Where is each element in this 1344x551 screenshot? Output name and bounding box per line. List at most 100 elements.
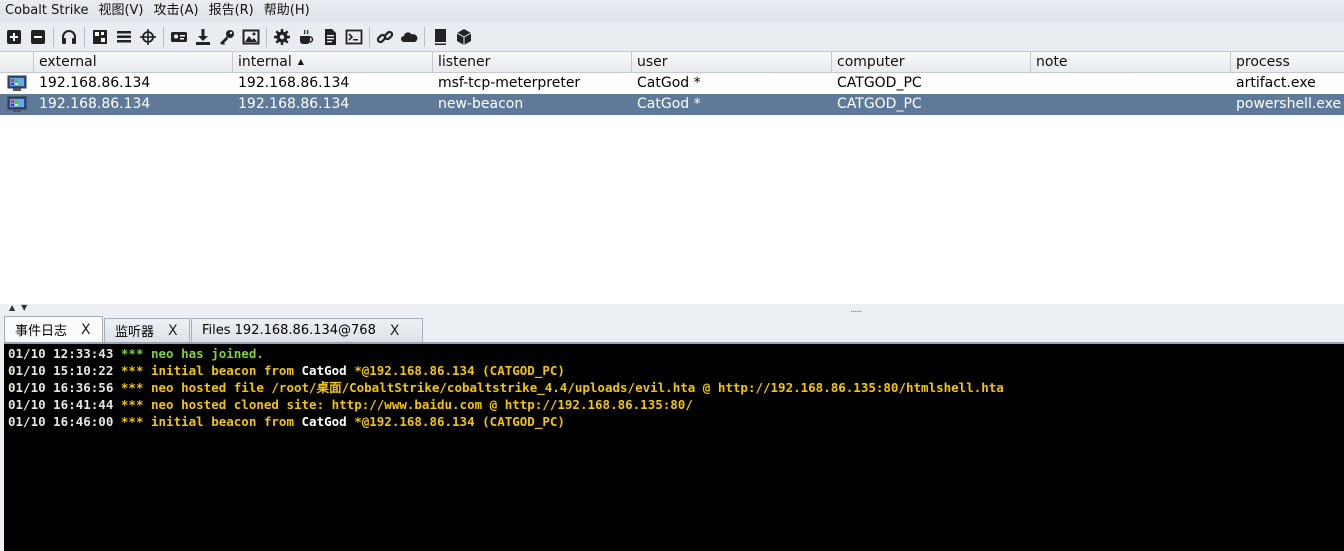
about-icon[interactable]	[452, 25, 476, 49]
log-line: 01/10 16:41:44 *** neo hosted cloned sit…	[8, 396, 1344, 413]
menu-view[interactable]: 视图(V)	[93, 0, 148, 22]
log-timestamp: 01/10 15:10:22	[8, 363, 121, 378]
table-row[interactable]: 192.168.86.134 192.168.86.134 msf-tcp-me…	[0, 73, 1344, 94]
log-message: initial beacon from	[151, 363, 302, 378]
log-message: CatGod *@192.168.86.134 (CATGOD_PC)	[302, 363, 565, 378]
menu-cobalt-strike[interactable]: Cobalt Strike	[0, 0, 93, 22]
script-console-icon[interactable]	[318, 25, 342, 49]
column-header-external[interactable]: external	[34, 52, 233, 72]
screenshots-icon[interactable]	[239, 25, 263, 49]
help-icon[interactable]	[428, 25, 452, 49]
cell-note	[1031, 73, 1231, 94]
cell-user: CatGod *	[637, 75, 701, 91]
column-header-computer[interactable]: computer	[832, 52, 1031, 72]
cell-internal: 192.168.86.134	[238, 96, 350, 112]
log-timestamp: 01/10 16:36:56	[8, 380, 121, 395]
log-host: *@192.168.86.134 (CATGOD_PC)	[354, 414, 565, 429]
log-line: 01/10 15:10:22 *** initial beacon from C…	[8, 362, 1344, 379]
tab-files-label: Files 192.168.86.134@768	[202, 323, 376, 338]
tab-listeners-label: 监听器	[115, 325, 155, 340]
event-log-console[interactable]: 01/10 12:33:43 *** neo has joined. 01/10 …	[4, 342, 1344, 551]
column-header-user[interactable]: user	[632, 52, 832, 72]
column-header-internal-label: internal	[238, 54, 292, 70]
log-message: initial beacon from	[151, 414, 302, 429]
log-message: neo has joined.	[151, 346, 264, 361]
log-line: 01/10 16:46:00 *** initial beacon from C…	[8, 413, 1344, 430]
log-stars: ***	[120, 346, 151, 361]
tab-listeners[interactable]: 监听器 X	[104, 318, 190, 342]
table-row-selected[interactable]: 192.168.86.134 192.168.86.134 new-beacon…	[0, 94, 1344, 115]
toolbar-separator	[53, 26, 54, 47]
cell-process: powershell.exe	[1236, 96, 1342, 112]
payload-generator-icon[interactable]	[270, 25, 294, 49]
menu-attacks[interactable]: 攻击(A)	[149, 0, 204, 22]
table-header: external internal ▲ listener user compute…	[0, 52, 1344, 73]
column-header-note[interactable]: note	[1031, 52, 1231, 72]
tab-event-log-label: 事件日志	[15, 324, 68, 339]
log-stars: ***	[120, 414, 151, 429]
toolbar-separator	[84, 26, 85, 47]
log-line: 01/10 16:36:56 *** neo hosted file /root…	[8, 379, 1344, 396]
listeners-icon[interactable]	[57, 25, 81, 49]
menu-help[interactable]: 帮助(H)	[259, 0, 315, 22]
menu-reporting[interactable]: 报告(R)	[204, 0, 259, 22]
disconnect-icon[interactable]	[26, 25, 50, 49]
column-header-internal[interactable]: internal ▲	[233, 52, 433, 72]
toolbar	[0, 22, 1344, 52]
toolbar-separator	[163, 26, 164, 47]
credentials-icon[interactable]	[167, 25, 191, 49]
cell-listener: msf-tcp-meterpreter	[438, 75, 581, 91]
column-header-process[interactable]: process	[1231, 52, 1344, 72]
session-table-icon[interactable]	[112, 25, 136, 49]
cell-external: 192.168.86.134	[39, 96, 151, 112]
terminal-icon[interactable]	[342, 25, 366, 49]
toolbar-separator	[369, 26, 370, 47]
log-message: neo hosted file /root/桌面/CobaltStrike/co…	[151, 380, 1004, 395]
column-header-icon[interactable]	[0, 52, 34, 72]
sort-ascending-icon: ▲	[297, 57, 304, 66]
tab-bar: 事件日志 X 监听器 X Files 192.168.86.134@768 X	[0, 314, 1344, 342]
tab-close-icon[interactable]: X	[168, 323, 178, 339]
tab-close-icon[interactable]: X	[390, 323, 400, 339]
new-connection-icon[interactable]	[2, 25, 26, 49]
cell-computer: CATGOD_PC	[837, 96, 922, 112]
collapse-arrows-icon[interactable]: ▲▼	[9, 303, 33, 312]
java-applet-icon[interactable]	[294, 25, 318, 49]
windows-session-icon	[7, 75, 27, 91]
pivot-graph-icon[interactable]	[88, 25, 112, 49]
clone-site-icon[interactable]	[373, 25, 397, 49]
windows-session-icon	[7, 96, 27, 112]
log-line: 01/10 12:33:43 *** neo has joined.	[8, 345, 1344, 362]
split-pane-divider[interactable]: ▲▼ ......	[0, 303, 1344, 315]
toolbar-separator	[266, 26, 267, 47]
cell-external: 192.168.86.134	[39, 75, 151, 91]
log-stars: ***	[120, 363, 151, 378]
log-timestamp: 01/10 16:46:00	[8, 414, 121, 429]
cell-computer: CATGOD_PC	[837, 75, 922, 91]
menu-bar: Cobalt Strike 视图(V) 攻击(A) 报告(R) 帮助(H)	[0, 0, 1344, 22]
keystrokes-icon[interactable]	[215, 25, 239, 49]
session-table: external internal ▲ listener user compute…	[0, 52, 1344, 305]
targets-icon[interactable]	[136, 25, 160, 49]
log-timestamp: 01/10 12:33:43	[8, 346, 121, 361]
log-message: CatGod *@192.168.86.134 (CATGOD_PC)	[302, 414, 565, 429]
log-message: neo hosted cloned site: http://www.baidu…	[151, 397, 693, 412]
log-host: *@192.168.86.134 (CATGOD_PC)	[354, 363, 565, 378]
cell-listener: new-beacon	[438, 96, 524, 112]
tab-files[interactable]: Files 192.168.86.134@768 X	[191, 318, 423, 342]
tab-close-icon[interactable]: X	[81, 322, 91, 338]
cell-note	[1031, 94, 1231, 115]
column-header-listener[interactable]: listener	[433, 52, 632, 72]
cell-process: artifact.exe	[1236, 75, 1316, 91]
log-user: CatGod	[301, 414, 355, 429]
tab-event-log[interactable]: 事件日志 X	[4, 316, 103, 342]
log-stars: ***	[120, 397, 151, 412]
cell-internal: 192.168.86.134	[238, 75, 350, 91]
log-timestamp: 01/10 16:41:44	[8, 397, 121, 412]
log-stars: ***	[120, 380, 151, 395]
host-file-icon[interactable]	[397, 25, 421, 49]
log-user: CatGod	[301, 363, 355, 378]
toolbar-separator	[424, 26, 425, 47]
cell-user: CatGod *	[637, 96, 701, 112]
downloads-icon[interactable]	[191, 25, 215, 49]
